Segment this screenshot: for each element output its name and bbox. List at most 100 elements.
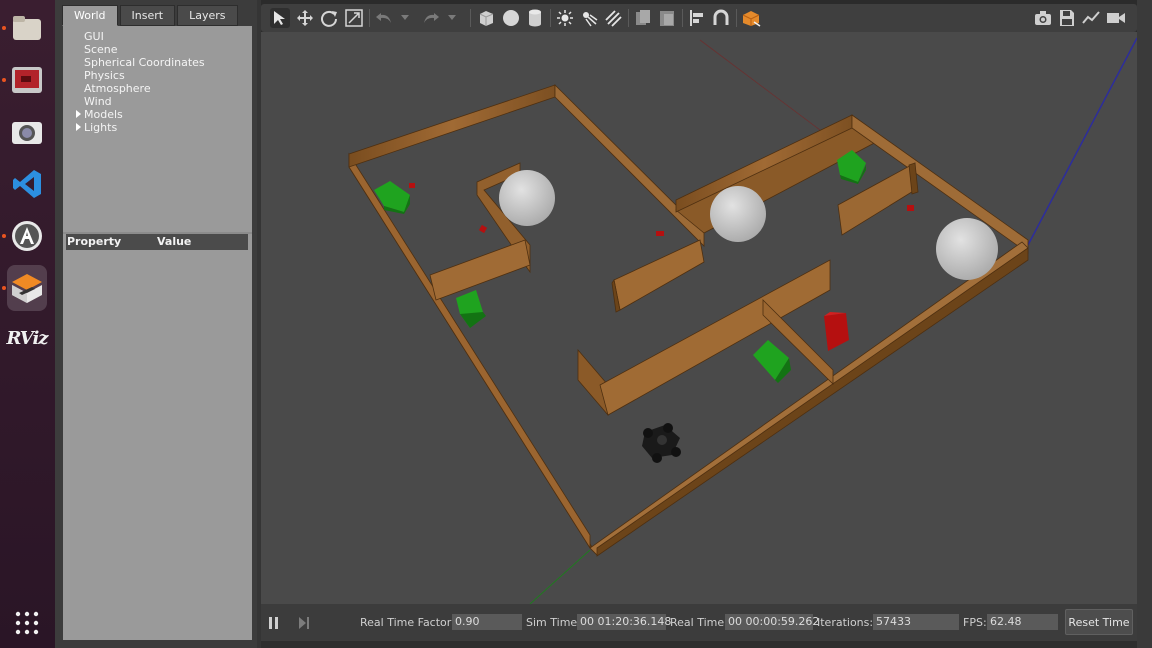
bottom-gap — [261, 641, 1137, 648]
screen-recorder-icon — [12, 67, 42, 93]
show-applications-button[interactable] — [15, 611, 39, 639]
redo-history-dropdown[interactable] — [445, 8, 459, 28]
expand-arrow-icon[interactable] — [76, 110, 81, 118]
gazebo-app-button[interactable] — [7, 265, 47, 311]
property-panel: Property Value — [63, 234, 252, 640]
tab-layers[interactable]: Layers — [177, 5, 238, 26]
running-indicator — [2, 26, 6, 30]
sim-time-value: 00 01:20:36.148 — [577, 614, 671, 630]
align-icon — [690, 10, 703, 26]
tree-item-label: Models — [84, 108, 123, 121]
rotate-icon — [321, 10, 337, 27]
tree-item-models[interactable]: Models — [76, 108, 123, 121]
box-shape-button[interactable] — [476, 8, 496, 28]
sphere-obstacle[interactable] — [499, 170, 555, 226]
copy-button[interactable] — [633, 8, 653, 28]
point-light-button[interactable] — [555, 8, 575, 28]
small-red-marker[interactable] — [656, 231, 664, 236]
property-column-header: Property — [67, 235, 122, 248]
select-arrow-icon — [274, 11, 285, 25]
tree-item-scene[interactable]: Scene — [84, 43, 118, 56]
select-mode-button[interactable] — [270, 8, 290, 28]
scale-mode-button[interactable] — [344, 8, 364, 28]
paste-icon — [660, 11, 674, 26]
tree-item-atmosphere[interactable]: Atmosphere — [84, 82, 151, 95]
undo-history-dropdown[interactable] — [398, 8, 412, 28]
toolbar-separator — [682, 9, 683, 27]
rviz-icon: RViz — [6, 327, 48, 349]
time-panel: Real Time Factor: 0.90 Sim Time: 00 01:2… — [261, 604, 1137, 641]
tree-item-lights[interactable]: Lights — [76, 121, 118, 134]
camera-app-button[interactable] — [7, 112, 47, 152]
pause-icon — [269, 617, 278, 629]
camera-app-icon — [12, 122, 42, 144]
gazebo-icon — [12, 274, 42, 303]
tree-item-gui[interactable]: GUI — [84, 30, 104, 43]
world-tree: GUI Scene Spherical Coordinates Physics … — [63, 26, 252, 232]
running-indicator — [2, 78, 6, 82]
scene-render[interactable] — [261, 32, 1137, 604]
undo-icon — [376, 13, 391, 23]
small-red-marker[interactable] — [907, 205, 914, 211]
pause-button[interactable] — [267, 615, 281, 634]
screenshot-icon — [1035, 11, 1051, 25]
tab-world[interactable]: World — [62, 5, 118, 26]
reset-time-button[interactable]: Reset Time — [1065, 609, 1133, 635]
right-panel-handle[interactable] — [1137, 0, 1152, 648]
log-button[interactable] — [1057, 8, 1077, 28]
align-button[interactable] — [687, 8, 707, 28]
directional-light-button[interactable] — [603, 8, 623, 28]
expand-arrow-icon[interactable] — [76, 123, 81, 131]
files-app-button[interactable] — [7, 8, 47, 48]
undo-button[interactable] — [374, 8, 394, 28]
tab-insert[interactable]: Insert — [119, 5, 176, 26]
panel-tabs: World Insert Layers — [62, 5, 240, 26]
redo-button[interactable] — [421, 8, 441, 28]
cylinder-shape-button[interactable] — [525, 8, 545, 28]
files-icon — [13, 16, 41, 40]
property-table-header: Property Value — [66, 234, 248, 250]
record-video-button[interactable] — [1106, 8, 1126, 28]
translate-icon — [297, 10, 313, 26]
sphere-obstacle[interactable] — [710, 186, 766, 242]
spot-light-button[interactable] — [579, 8, 599, 28]
sphere-shape-icon — [503, 10, 519, 26]
step-icon — [299, 617, 309, 629]
scale-icon — [345, 9, 363, 27]
spot-light-icon — [583, 12, 598, 27]
rviz-app-button[interactable]: RViz — [6, 318, 48, 358]
real-time-factor-label: Real Time Factor: — [360, 616, 455, 629]
paste-button[interactable] — [657, 8, 677, 28]
sphere-obstacle[interactable] — [936, 218, 998, 280]
tree-item-physics[interactable]: Physics — [84, 69, 125, 82]
cylinder-shape-icon — [529, 9, 541, 27]
iterations-label: Iterations: — [817, 616, 874, 629]
iterations-value: 57433 — [873, 614, 959, 630]
translate-mode-button[interactable] — [295, 8, 315, 28]
view-angle-button[interactable] — [741, 8, 761, 28]
sphere-shape-button[interactable] — [501, 8, 521, 28]
snap-icon — [713, 9, 729, 25]
copy-icon — [636, 10, 650, 25]
sim-time-label: Sim Time: — [526, 616, 581, 629]
small-red-marker[interactable] — [409, 183, 415, 188]
toolbar-separator — [369, 9, 370, 27]
screen-recorder-app-button[interactable] — [7, 60, 47, 100]
vscode-app-button[interactable] — [7, 164, 47, 204]
rotate-mode-button[interactable] — [319, 8, 339, 28]
real-time-factor-value: 0.90 — [452, 614, 522, 630]
plot-button[interactable] — [1081, 8, 1101, 28]
undo-dropdown-icon — [401, 15, 409, 20]
step-button[interactable] — [297, 615, 311, 634]
3d-viewport[interactable] — [261, 32, 1137, 604]
directional-light-icon — [605, 10, 622, 27]
running-indicator — [2, 286, 6, 290]
screenshot-button[interactable] — [1033, 8, 1053, 28]
real-time-label: Real Time: — [670, 616, 728, 629]
tree-item-spherical-coordinates[interactable]: Spherical Coordinates — [84, 56, 205, 69]
tree-item-wind[interactable]: Wind — [84, 95, 112, 108]
snap-button[interactable] — [711, 8, 731, 28]
fps-label: FPS: — [963, 616, 987, 629]
tree-item-label: Lights — [84, 121, 118, 134]
software-center-app-button[interactable] — [7, 216, 47, 256]
